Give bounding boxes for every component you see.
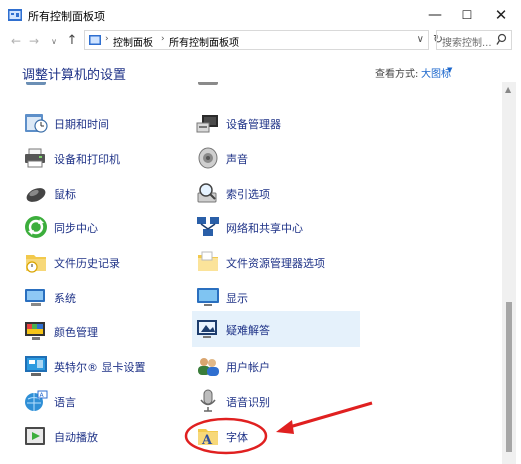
breadcrumb-separator: › xyxy=(105,34,109,44)
item-date-time[interactable]: 日期和时间 xyxy=(24,106,184,140)
list-item[interactable] xyxy=(196,82,346,92)
title-bar: 所有控制面板项 — ☐ ✕ xyxy=(0,0,521,30)
item-label: 网络和共享中心 xyxy=(226,222,303,235)
mouse-icon xyxy=(26,188,46,202)
item-system[interactable]: 系统 xyxy=(24,280,184,314)
troubleshoot-icon xyxy=(197,320,217,338)
item-label: 同步中心 xyxy=(54,222,98,235)
item-device-manager[interactable]: 设备管理器 xyxy=(196,106,360,140)
microphone-icon xyxy=(200,389,216,412)
window-title: 所有控制面板项 xyxy=(28,10,105,23)
printer-icon xyxy=(25,148,45,168)
speaker-icon xyxy=(198,147,218,169)
control-panel-items: 日期和时间 设备和打印机 鼠标 同步中心 文件历史记录 系统 颜色管理 英特尔®… xyxy=(0,82,502,464)
search-icon[interactable] xyxy=(496,33,507,46)
color-management-icon xyxy=(25,322,45,340)
item-devices-printers[interactable]: 设备和打印机 xyxy=(24,141,184,175)
item-file-explorer-options[interactable]: 文件资源管理器选项 xyxy=(196,245,360,279)
monitor-icon xyxy=(197,288,219,306)
users-icon xyxy=(198,358,219,376)
item-label: 语言 xyxy=(54,396,76,409)
sync-icon xyxy=(25,216,47,238)
item-indexing-options[interactable]: 索引选项 xyxy=(196,176,360,210)
device-manager-icon xyxy=(196,115,218,133)
item-network-sharing[interactable]: 网络和共享中心 xyxy=(196,210,360,244)
item-label: 索引选项 xyxy=(226,188,270,201)
address-dropdown-icon[interactable]: ∨ xyxy=(417,34,424,45)
indexing-icon xyxy=(197,183,217,203)
item-label: 颜色管理 xyxy=(54,326,98,339)
file-history-icon xyxy=(26,255,46,273)
item-label: 文件资源管理器选项 xyxy=(226,257,325,270)
item-label: 日期和时间 xyxy=(54,118,109,131)
item-language[interactable]: A 语言 xyxy=(24,384,184,418)
item-label: 设备管理器 xyxy=(226,118,281,131)
item-troubleshooting[interactable]: 疑难解答 xyxy=(192,311,360,347)
maximize-button[interactable]: ☐ xyxy=(450,0,484,30)
breadcrumb-all-items[interactable]: 所有控制面板项 xyxy=(169,34,239,49)
item-label: 声音 xyxy=(226,153,248,166)
item-sync-center[interactable]: 同步中心 xyxy=(24,210,184,244)
back-arrow-icon[interactable]: ← xyxy=(10,34,22,48)
address-bar[interactable]: › 控制面板 › 所有控制面板项 ∨ xyxy=(84,30,429,50)
item-user-accounts[interactable]: 用户帐户 xyxy=(196,349,360,383)
breadcrumb-control-panel[interactable]: 控制面板 xyxy=(113,34,153,49)
close-button[interactable]: ✕ xyxy=(484,0,518,30)
item-label: 疑难解答 xyxy=(226,324,270,337)
control-panel-icon xyxy=(8,9,22,21)
partial-item-icon xyxy=(26,82,46,85)
autoplay-icon xyxy=(25,427,45,445)
control-panel-icon xyxy=(89,35,101,45)
scroll-up-icon[interactable]: ▲ xyxy=(505,85,511,94)
item-label: 语音识别 xyxy=(226,396,270,409)
item-intel-graphics[interactable]: 英特尔® 显卡设置 xyxy=(24,349,184,383)
item-display[interactable]: 显示 xyxy=(196,280,360,314)
item-sound[interactable]: 声音 xyxy=(196,141,360,175)
item-speech-recognition[interactable]: 语音识别 xyxy=(196,384,360,418)
intel-graphics-icon xyxy=(25,356,47,376)
svg-text:A: A xyxy=(201,433,213,448)
item-label: 鼠标 xyxy=(54,188,76,201)
item-color-management[interactable]: 颜色管理 xyxy=(24,314,184,348)
item-label: 字体 xyxy=(226,431,248,444)
minimize-button[interactable]: — xyxy=(418,0,452,30)
page-title: 调整计算机的设置 xyxy=(22,68,127,83)
item-label: 英特尔® 显卡设置 xyxy=(54,361,146,374)
computer-icon xyxy=(25,289,45,306)
network-icon xyxy=(197,217,219,236)
item-file-history[interactable]: 文件历史记录 xyxy=(24,245,184,279)
item-fonts[interactable]: A 字体 xyxy=(196,419,360,453)
up-arrow-icon[interactable]: ↑ xyxy=(66,33,78,48)
item-autoplay[interactable]: 自动播放 xyxy=(24,419,184,453)
language-icon: A xyxy=(25,390,48,411)
search-input[interactable]: 搜索控制... xyxy=(442,34,492,49)
folder-options-icon xyxy=(198,251,218,271)
fonts-icon: A xyxy=(198,429,218,448)
view-by-label: 查看方式: xyxy=(375,69,419,80)
item-label: 设备和打印机 xyxy=(54,153,120,166)
breadcrumb-separator: › xyxy=(161,34,165,44)
item-label: 文件历史记录 xyxy=(54,257,120,270)
item-label: 显示 xyxy=(226,292,248,305)
partial-item-icon xyxy=(198,82,218,85)
list-item[interactable] xyxy=(24,82,174,92)
item-label: 用户帐户 xyxy=(226,361,270,374)
item-label: 系统 xyxy=(54,292,76,305)
clock-icon xyxy=(25,114,48,133)
scrollbar-thumb[interactable] xyxy=(506,302,512,452)
recent-locations-icon[interactable]: ∨ xyxy=(48,37,60,46)
search-box[interactable]: 搜索控制... xyxy=(436,30,512,50)
vertical-scrollbar[interactable]: ▲ xyxy=(502,82,516,464)
view-by-caret-icon[interactable]: ▼ xyxy=(447,66,452,74)
item-mouse[interactable]: 鼠标 xyxy=(24,176,184,210)
item-label: 自动播放 xyxy=(54,431,98,444)
forward-arrow-icon[interactable]: → xyxy=(28,34,40,48)
